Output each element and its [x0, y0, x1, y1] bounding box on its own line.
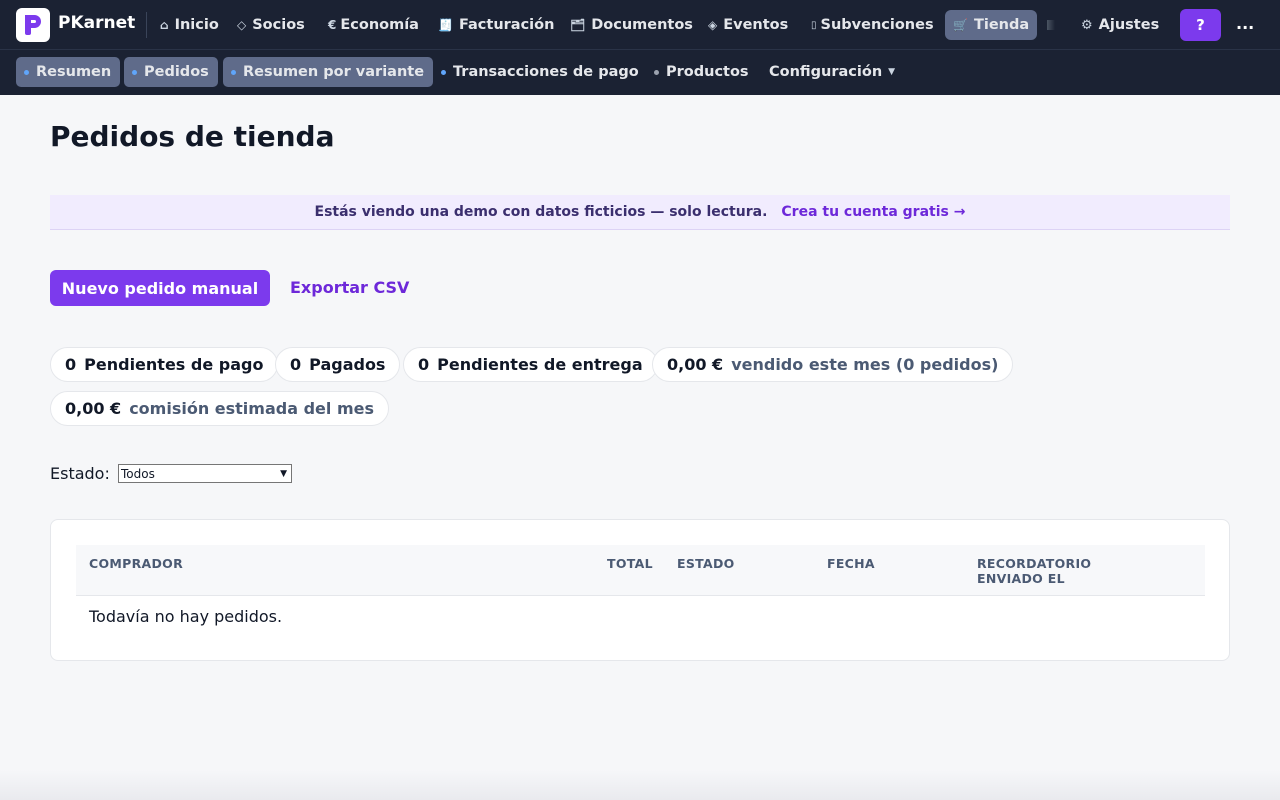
subnav-item-configuracion[interactable]: Configuración ▼ — [761, 57, 904, 87]
event-icon: ◈ — [708, 18, 718, 32]
nav-item-tienda[interactable]: 🛒 Tienda — [945, 10, 1037, 40]
chevron-down-icon: ▼ — [280, 468, 287, 479]
stat-value: 0 — [65, 355, 77, 374]
nav-item-label: Socios — [252, 17, 305, 33]
brand-name[interactable]: PKarnet — [58, 13, 135, 33]
home-icon: ⌂ — [160, 18, 169, 32]
subnav-item-label: Productos — [666, 64, 749, 80]
empty-state-message: Todavía no hay pedidos. — [89, 607, 283, 626]
column-header-comprador[interactable]: COMPRADOR — [89, 556, 183, 571]
app-logo[interactable] — [16, 8, 50, 42]
subnav-item-label: Resumen — [36, 64, 112, 80]
stat-pending-delivery: 0 Pendientes de entrega — [403, 347, 658, 382]
column-header-line: RECORDATORIO — [977, 556, 1092, 571]
nav-item-facturacion[interactable]: 🧾 Facturación — [430, 10, 562, 40]
bullet-icon — [24, 69, 29, 75]
subnav-item-resumen[interactable]: Resumen — [16, 57, 121, 87]
help-button[interactable]: ? — [1180, 9, 1221, 41]
subnav-item-label: Pedidos — [144, 64, 209, 80]
stat-value: 0,00 € — [65, 399, 122, 418]
nav-item-label: Eventos — [723, 17, 789, 33]
subnav-item-transacciones[interactable]: Transacciones de pago — [433, 57, 648, 87]
signup-link[interactable]: Crea tu cuenta gratis → — [781, 204, 965, 220]
euro-icon: € — [328, 18, 337, 32]
stat-estimated-commission: 0,00 € comisión estimada del mes — [50, 391, 389, 426]
column-header-line: ENVIADO EL — [977, 571, 1065, 586]
stat-label: vendido este mes (0 pedidos) — [731, 355, 999, 374]
stat-value: 0 — [290, 355, 302, 374]
status-filter-label: Estado: — [50, 464, 110, 483]
stat-label: Pagados — [309, 355, 386, 374]
stat-label: comisión estimada del mes — [129, 399, 374, 418]
nav-overflow-icon[interactable] — [1043, 10, 1059, 40]
receipt-icon: 🧾 — [438, 18, 453, 32]
bullet-icon — [132, 69, 137, 75]
bullet-icon — [231, 69, 236, 75]
status-filter-value: Todos — [121, 466, 155, 481]
diamond-icon: ◇ — [237, 18, 247, 32]
nav-item-economia[interactable]: € Economía — [320, 10, 427, 40]
stat-value: 0,00 € — [667, 355, 724, 374]
more-menu-button[interactable]: ... — [1236, 14, 1254, 33]
bullet-icon — [441, 69, 446, 75]
column-header-total[interactable]: TOTAL — [607, 556, 653, 571]
table-header: COMPRADOR TOTAL ESTADO FECHA RECORDATORI… — [76, 545, 1205, 596]
stat-pending-payment: 0 Pendientes de pago — [50, 347, 279, 382]
demo-banner: Estás viendo una demo con datos ficticio… — [50, 195, 1230, 230]
nav-item-label: Subvenciones — [820, 17, 934, 33]
subnav-item-label: Resumen por variante — [243, 64, 425, 80]
nav-item-inicio[interactable]: ⌂ Inicio — [152, 10, 227, 40]
demo-banner-text: Estás viendo una demo con datos ficticio… — [314, 204, 768, 220]
nav-item-eventos[interactable]: ◈ Eventos — [700, 10, 796, 40]
nav-item-label: Documentos — [591, 17, 693, 33]
sub-navbar: Resumen Pedidos Resumen por variante Tra… — [0, 49, 1280, 95]
subnav-item-pedidos[interactable]: Pedidos — [124, 57, 218, 87]
subnav-item-productos[interactable]: Productos — [646, 57, 758, 87]
nav-item-label: Ajustes — [1098, 17, 1160, 33]
bullet-icon — [654, 69, 659, 75]
grant-icon: ▯ — [811, 19, 817, 31]
nav-item-label: Facturación — [458, 17, 555, 33]
subnav-item-label: Transacciones de pago — [453, 64, 639, 80]
page-bottom-shade — [0, 770, 1280, 800]
stat-sold-this-month: 0,00 € vendido este mes (0 pedidos) — [652, 347, 1014, 382]
nav-item-label: Inicio — [174, 17, 219, 33]
nav-item-ajustes[interactable]: ⚙ Ajustes — [1073, 10, 1167, 40]
chevron-down-icon: ▼ — [888, 67, 896, 77]
nav-item-socios[interactable]: ◇ Socios — [229, 10, 313, 40]
stat-label: Pendientes de entrega — [437, 355, 643, 374]
subnav-item-resumen-variante[interactable]: Resumen por variante — [223, 57, 434, 87]
cart-icon: 🛒 — [953, 18, 968, 32]
stat-paid: 0 Pagados — [275, 347, 401, 382]
column-header-fecha[interactable]: FECHA — [827, 556, 875, 571]
column-header-recordatorio[interactable]: RECORDATORIO ENVIADO EL — [977, 556, 1091, 586]
folder-icon: 🗂 — [570, 18, 586, 32]
top-navbar: PKarnet ⌂ Inicio ◇ Socios € Economía 🧾 F… — [0, 0, 1280, 49]
subnav-item-label: Configuración — [769, 64, 883, 80]
orders-table-card: COMPRADOR TOTAL ESTADO FECHA RECORDATORI… — [50, 519, 1230, 661]
page-title: Pedidos de tienda — [50, 120, 335, 153]
status-filter-select[interactable]: Todos ▼ — [118, 464, 292, 483]
nav-item-documentos[interactable]: 🗂 Documentos — [562, 10, 701, 40]
gear-icon: ⚙ — [1081, 17, 1093, 33]
stat-value: 0 — [418, 355, 430, 374]
nav-item-label: Tienda — [973, 17, 1030, 33]
new-manual-order-button[interactable]: Nuevo pedido manual — [50, 270, 270, 306]
nav-item-label: Economía — [340, 17, 419, 33]
nav-item-subvenciones[interactable]: ▯ Subvenciones — [803, 10, 942, 40]
divider — [146, 12, 147, 38]
stat-label: Pendientes de pago — [84, 355, 264, 374]
export-csv-link[interactable]: Exportar CSV — [290, 278, 409, 297]
column-header-estado[interactable]: ESTADO — [677, 556, 735, 571]
